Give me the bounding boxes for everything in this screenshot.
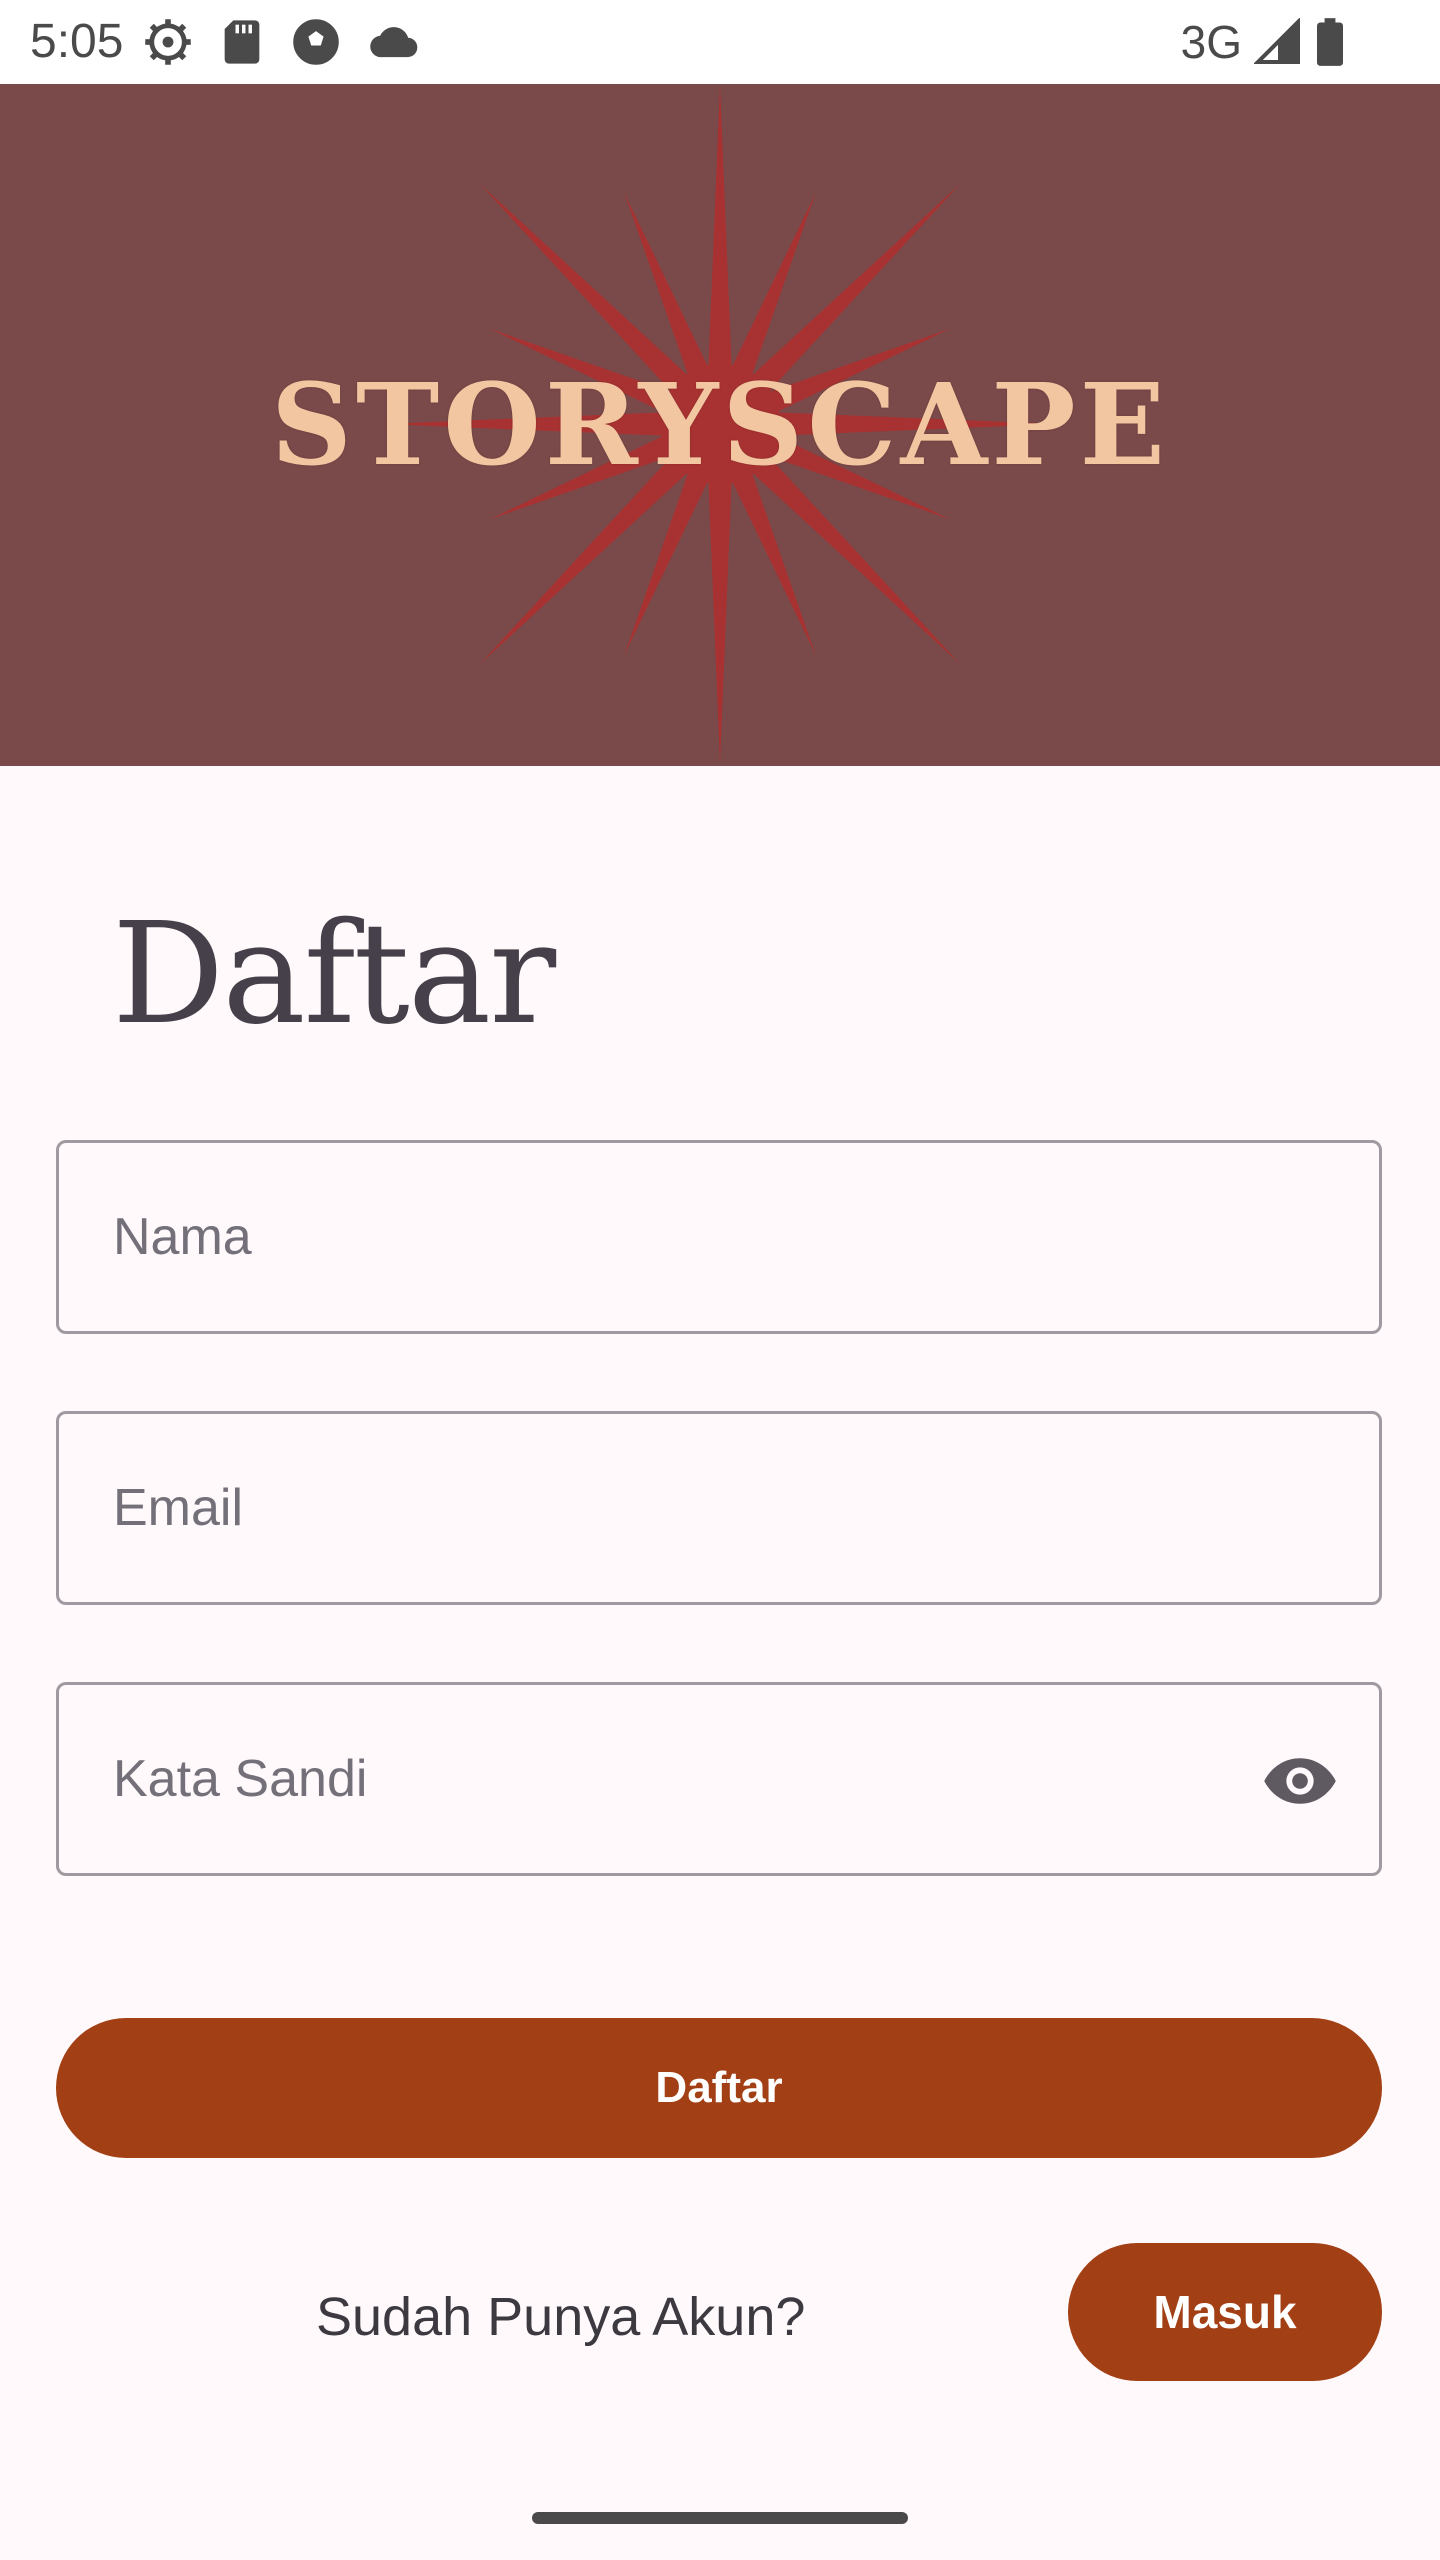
- cloud-icon: [370, 27, 418, 58]
- password-input[interactable]: [113, 1685, 1213, 1873]
- toggle-password-visibility-button[interactable]: [1261, 1742, 1339, 1820]
- eye-icon: [1264, 1758, 1336, 1804]
- email-input[interactable]: [113, 1414, 1213, 1602]
- soccer-ball-icon: [293, 19, 339, 65]
- network-type: 3G: [1180, 16, 1242, 68]
- signal-icon: [1254, 18, 1300, 64]
- settings-icon: [145, 19, 191, 65]
- have-account-prompt: Sudah Punya Akun?: [316, 2287, 806, 2347]
- register-button[interactable]: Daftar: [56, 2018, 1382, 2158]
- header-banner: STORYSCAPE: [0, 84, 1440, 766]
- email-field[interactable]: [56, 1411, 1382, 1605]
- status-time: 5:05: [30, 15, 124, 68]
- name-field[interactable]: [56, 1140, 1382, 1334]
- password-field[interactable]: [56, 1682, 1382, 1876]
- app-logo-text: STORYSCAPE: [271, 359, 1169, 491]
- name-input[interactable]: [113, 1143, 1213, 1331]
- status-icons-right: 3G: [1181, 14, 1346, 70]
- home-indicator[interactable]: [532, 2512, 908, 2524]
- status-bar: 5:05 3G: [0, 0, 1440, 84]
- sd-card-icon: [224, 20, 260, 64]
- login-button[interactable]: Masuk: [1068, 2243, 1382, 2381]
- battery-icon: [1317, 18, 1343, 66]
- status-icons-left: [142, 16, 420, 68]
- page-title: Daftar: [112, 893, 556, 1056]
